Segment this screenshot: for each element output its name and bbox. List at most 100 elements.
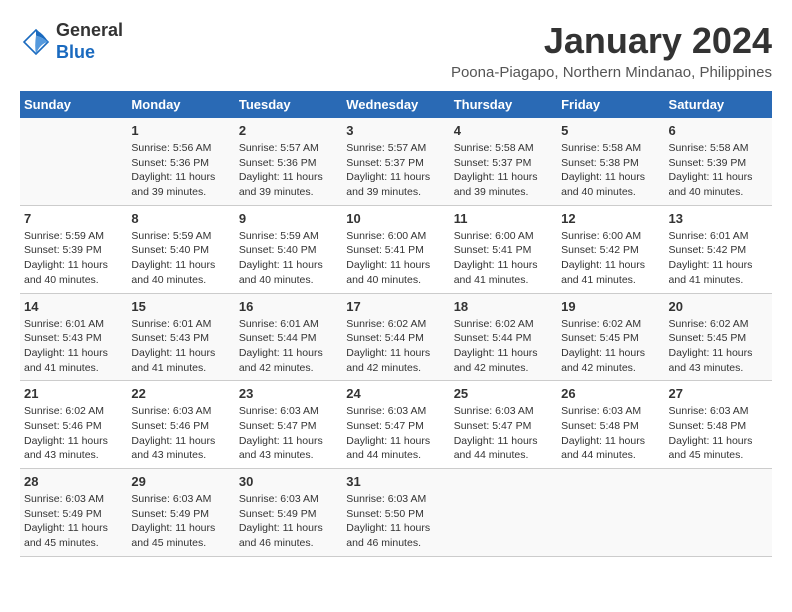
week-row-4: 21 Sunrise: 6:02 AMSunset: 5:46 PMDayligh… xyxy=(20,381,772,469)
day-info: Sunrise: 6:03 AMSunset: 5:49 PMDaylight:… xyxy=(131,492,230,551)
day-number: 14 xyxy=(24,299,123,314)
day-number: 6 xyxy=(669,123,768,138)
day-number: 3 xyxy=(346,123,445,138)
calendar-cell: 25Sunrise: 6:03 AMSunset: 5:47 PMDayligh… xyxy=(450,381,557,469)
calendar-cell: 8 Sunrise: 5:59 AMSunset: 5:40 PMDaylight… xyxy=(127,205,234,293)
calendar-cell: 27Sunrise: 6:03 AMSunset: 5:48 PMDayligh… xyxy=(665,381,772,469)
logo: General Blue xyxy=(20,20,123,63)
calendar-cell: 23Sunrise: 6:03 AMSunset: 5:47 PMDayligh… xyxy=(235,381,342,469)
logo-text: General Blue xyxy=(56,20,123,63)
calendar-cell: 20Sunrise: 6:02 AMSunset: 5:45 PMDayligh… xyxy=(665,293,772,381)
day-header-friday: Friday xyxy=(557,91,664,118)
calendar-cell: 9 Sunrise: 5:59 AMSunset: 5:40 PMDaylight… xyxy=(235,205,342,293)
calendar-cell: 13 Sunrise: 6:01 AMSunset: 5:42 PMDayligh… xyxy=(665,205,772,293)
day-header-monday: Monday xyxy=(127,91,234,118)
day-number: 22 xyxy=(131,386,230,401)
day-info: Sunrise: 5:58 AMSunset: 5:38 PMDaylight:… xyxy=(561,141,660,200)
day-info: Sunrise: 6:00 AMSunset: 5:42 PMDaylight:… xyxy=(561,229,660,288)
day-info: Sunrise: 6:02 AMSunset: 5:44 PMDaylight:… xyxy=(346,317,445,376)
calendar-cell: 21 Sunrise: 6:02 AMSunset: 5:46 PMDayligh… xyxy=(20,381,127,469)
calendar-cell: 16 Sunrise: 6:01 AMSunset: 5:44 PMDayligh… xyxy=(235,293,342,381)
title-section: January 2024 Poona-Piagapo, Northern Min… xyxy=(451,20,772,81)
calendar-cell: 7 Sunrise: 5:59 AMSunset: 5:39 PMDaylight… xyxy=(20,205,127,293)
logo-icon xyxy=(20,26,52,58)
day-info: Sunrise: 5:59 AMSunset: 5:40 PMDaylight:… xyxy=(239,229,338,288)
day-info: Sunrise: 6:00 AMSunset: 5:41 PMDaylight:… xyxy=(454,229,553,288)
calendar-cell: 5 Sunrise: 5:58 AMSunset: 5:38 PMDaylight… xyxy=(557,118,664,205)
calendar-cell: 4 Sunrise: 5:58 AMSunset: 5:37 PMDaylight… xyxy=(450,118,557,205)
day-info: Sunrise: 5:58 AMSunset: 5:37 PMDaylight:… xyxy=(454,141,553,200)
week-row-1: 1 Sunrise: 5:56 AMSunset: 5:36 PMDaylight… xyxy=(20,118,772,205)
day-number: 19 xyxy=(561,299,660,314)
calendar-cell: 10 Sunrise: 6:00 AMSunset: 5:41 PMDayligh… xyxy=(342,205,449,293)
calendar-cell: 15Sunrise: 6:01 AMSunset: 5:43 PMDayligh… xyxy=(127,293,234,381)
calendar-cell: 3Sunrise: 5:57 AMSunset: 5:37 PMDaylight… xyxy=(342,118,449,205)
day-number: 8 xyxy=(131,211,230,226)
day-info: Sunrise: 6:01 AMSunset: 5:44 PMDaylight:… xyxy=(239,317,338,376)
calendar-cell: 6 Sunrise: 5:58 AMSunset: 5:39 PMDaylight… xyxy=(665,118,772,205)
day-info: Sunrise: 6:03 AMSunset: 5:48 PMDaylight:… xyxy=(669,404,768,463)
day-number: 12 xyxy=(561,211,660,226)
day-number: 29 xyxy=(131,474,230,489)
day-info: Sunrise: 6:03 AMSunset: 5:47 PMDaylight:… xyxy=(346,404,445,463)
day-number: 18 xyxy=(454,299,553,314)
day-info: Sunrise: 6:02 AMSunset: 5:46 PMDaylight:… xyxy=(24,404,123,463)
calendar-cell: 17Sunrise: 6:02 AMSunset: 5:44 PMDayligh… xyxy=(342,293,449,381)
calendar-cell: 2Sunrise: 5:57 AMSunset: 5:36 PMDaylight… xyxy=(235,118,342,205)
day-info: Sunrise: 5:59 AMSunset: 5:39 PMDaylight:… xyxy=(24,229,123,288)
day-number: 5 xyxy=(561,123,660,138)
day-info: Sunrise: 6:02 AMSunset: 5:44 PMDaylight:… xyxy=(454,317,553,376)
calendar-cell: 31Sunrise: 6:03 AMSunset: 5:50 PMDayligh… xyxy=(342,469,449,557)
calendar-cell: 12 Sunrise: 6:00 AMSunset: 5:42 PMDayligh… xyxy=(557,205,664,293)
day-number: 4 xyxy=(454,123,553,138)
calendar-cell: 30 Sunrise: 6:03 AMSunset: 5:49 PMDayligh… xyxy=(235,469,342,557)
day-info: Sunrise: 5:57 AMSunset: 5:36 PMDaylight:… xyxy=(239,141,338,200)
day-number: 25 xyxy=(454,386,553,401)
day-info: Sunrise: 6:01 AMSunset: 5:43 PMDaylight:… xyxy=(24,317,123,376)
day-number: 31 xyxy=(346,474,445,489)
week-row-5: 28 Sunrise: 6:03 AMSunset: 5:49 PMDayligh… xyxy=(20,469,772,557)
day-number: 20 xyxy=(669,299,768,314)
day-header-wednesday: Wednesday xyxy=(342,91,449,118)
day-header-sunday: Sunday xyxy=(20,91,127,118)
day-number: 28 xyxy=(24,474,123,489)
day-info: Sunrise: 5:56 AMSunset: 5:36 PMDaylight:… xyxy=(131,141,230,200)
day-number: 21 xyxy=(24,386,123,401)
calendar-cell: 19 Sunrise: 6:02 AMSunset: 5:45 PMDayligh… xyxy=(557,293,664,381)
week-row-2: 7 Sunrise: 5:59 AMSunset: 5:39 PMDaylight… xyxy=(20,205,772,293)
calendar-cell: 29 Sunrise: 6:03 AMSunset: 5:49 PMDayligh… xyxy=(127,469,234,557)
calendar-cell: 18 Sunrise: 6:02 AMSunset: 5:44 PMDayligh… xyxy=(450,293,557,381)
day-number: 23 xyxy=(239,386,338,401)
day-number: 16 xyxy=(239,299,338,314)
day-number: 26 xyxy=(561,386,660,401)
day-info: Sunrise: 6:03 AMSunset: 5:49 PMDaylight:… xyxy=(239,492,338,551)
calendar-cell xyxy=(665,469,772,557)
calendar-cell xyxy=(20,118,127,205)
day-number: 13 xyxy=(669,211,768,226)
calendar-table: SundayMondayTuesdayWednesdayThursdayFrid… xyxy=(20,91,772,557)
calendar-cell: 28 Sunrise: 6:03 AMSunset: 5:49 PMDayligh… xyxy=(20,469,127,557)
header-row: SundayMondayTuesdayWednesdayThursdayFrid… xyxy=(20,91,772,118)
day-info: Sunrise: 5:59 AMSunset: 5:40 PMDaylight:… xyxy=(131,229,230,288)
day-number: 7 xyxy=(24,211,123,226)
day-number: 1 xyxy=(131,123,230,138)
day-number: 15 xyxy=(131,299,230,314)
day-number: 30 xyxy=(239,474,338,489)
day-info: Sunrise: 6:01 AMSunset: 5:42 PMDaylight:… xyxy=(669,229,768,288)
day-header-tuesday: Tuesday xyxy=(235,91,342,118)
day-number: 10 xyxy=(346,211,445,226)
day-number: 24 xyxy=(346,386,445,401)
day-info: Sunrise: 5:58 AMSunset: 5:39 PMDaylight:… xyxy=(669,141,768,200)
calendar-cell xyxy=(557,469,664,557)
day-info: Sunrise: 6:03 AMSunset: 5:49 PMDaylight:… xyxy=(24,492,123,551)
page-title: January 2024 xyxy=(451,20,772,62)
day-info: Sunrise: 6:00 AMSunset: 5:41 PMDaylight:… xyxy=(346,229,445,288)
day-info: Sunrise: 6:03 AMSunset: 5:48 PMDaylight:… xyxy=(561,404,660,463)
day-number: 9 xyxy=(239,211,338,226)
calendar-cell xyxy=(450,469,557,557)
calendar-cell: 14 Sunrise: 6:01 AMSunset: 5:43 PMDayligh… xyxy=(20,293,127,381)
calendar-cell: 11Sunrise: 6:00 AMSunset: 5:41 PMDayligh… xyxy=(450,205,557,293)
day-info: Sunrise: 6:02 AMSunset: 5:45 PMDaylight:… xyxy=(561,317,660,376)
calendar-cell: 1 Sunrise: 5:56 AMSunset: 5:36 PMDaylight… xyxy=(127,118,234,205)
calendar-cell: 26 Sunrise: 6:03 AMSunset: 5:48 PMDayligh… xyxy=(557,381,664,469)
